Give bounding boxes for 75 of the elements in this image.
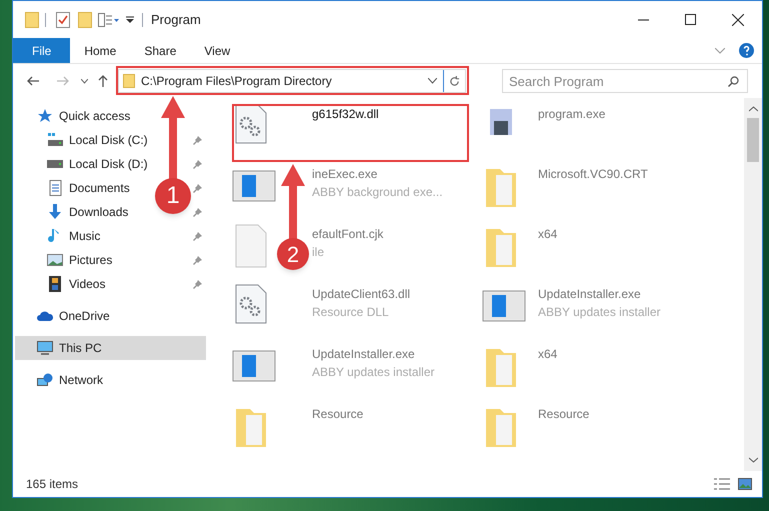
sidebar-item[interactable]: Local Disk (D:)	[69, 155, 148, 173]
sidebar-item[interactable]: Music	[69, 227, 100, 245]
chevron-icon[interactable]	[715, 48, 725, 54]
pin-icon[interactable]	[193, 208, 202, 216]
ribbon-tab[interactable]: File	[13, 38, 70, 63]
folder-icon	[123, 74, 135, 88]
file-name[interactable]: ineExec.exe	[312, 165, 443, 183]
file-description: ABBY updates installer	[538, 304, 661, 321]
ribbon-tab[interactable]: View	[190, 38, 244, 63]
document-icon	[47, 180, 63, 196]
scroll-up-icon[interactable]	[748, 106, 758, 112]
refresh-icon[interactable]	[449, 76, 460, 86]
dropdown-icon[interactable]	[126, 16, 134, 24]
sidebar-item[interactable]: Pictures	[69, 251, 112, 269]
dropdown-icon[interactable]	[81, 78, 88, 84]
sidebar-item[interactable]: This PC	[15, 336, 206, 360]
file-name[interactable]: x64	[538, 345, 558, 363]
sidebar-item[interactable]: Network	[15, 368, 206, 392]
pin-icon[interactable]	[193, 136, 202, 144]
search-box[interactable]: Search Program	[502, 69, 748, 93]
sidebar-item[interactable]: Downloads	[69, 203, 128, 221]
file-name[interactable]: Resource	[538, 405, 590, 423]
pin-icon[interactable]	[193, 256, 202, 264]
checkbox-icon[interactable]	[56, 12, 70, 28]
scroll-thumb[interactable]	[747, 118, 759, 162]
item-count: 165 items	[26, 476, 78, 493]
file-name[interactable]: UpdateInstaller.exe	[312, 345, 435, 363]
ribbon-tab[interactable]: Share	[130, 38, 190, 63]
sidebar-item[interactable]: Local Disk (C:)	[69, 131, 148, 149]
pin-icon[interactable]	[193, 280, 202, 288]
file-name[interactable]: efaultFont.cjk	[312, 225, 384, 243]
scrollbar[interactable]	[744, 98, 762, 471]
up-icon[interactable]	[98, 75, 108, 87]
thumbnail-view-icon[interactable]	[738, 478, 752, 490]
file-description: ABBY background exe...	[312, 184, 443, 201]
drive-icon	[47, 132, 63, 148]
pin-icon[interactable]	[193, 232, 202, 240]
pin-icon[interactable]	[193, 160, 202, 168]
close-icon[interactable]	[732, 14, 744, 26]
drive-icon	[47, 159, 63, 169]
details-view-icon[interactable]	[714, 478, 730, 490]
network-icon	[37, 372, 53, 388]
properties-icon[interactable]	[98, 12, 120, 26]
download-icon	[47, 204, 63, 220]
search-field[interactable]: Search Program	[503, 70, 728, 92]
sidebar-item[interactable]: OneDrive	[15, 304, 206, 328]
window-title: Program	[151, 10, 201, 29]
picture-icon	[47, 252, 63, 268]
file-name[interactable]: Resource	[312, 405, 364, 423]
file-name[interactable]: Microsoft.VC90.CRT	[538, 165, 648, 183]
address-path: C:\Program Files\Program Directory	[141, 73, 332, 90]
file-name[interactable]: g615f32w.dll	[312, 105, 379, 123]
maximize-icon[interactable]	[685, 14, 696, 25]
back-icon[interactable]	[27, 76, 39, 86]
star-icon	[37, 108, 53, 124]
sidebar-item[interactable]: Quick access	[15, 104, 206, 128]
minimize-icon[interactable]	[638, 18, 649, 20]
search-icon	[728, 76, 739, 86]
ribbon-tab[interactable]: Home	[70, 38, 130, 63]
file-description: ile	[312, 244, 326, 261]
file-description: ABBY updates installer	[312, 364, 435, 381]
file-name[interactable]: x64	[538, 225, 558, 243]
file-name[interactable]: UpdateInstaller.exe	[538, 285, 661, 303]
sidebar-item[interactable]: Documents	[69, 179, 130, 197]
file-name[interactable]: program.exe	[538, 105, 606, 123]
film-icon	[47, 276, 63, 292]
file-description: Resource DLL	[312, 304, 390, 321]
help-icon[interactable]	[739, 43, 754, 58]
address-bar[interactable]: C:\Program Files\Program Directory	[118, 69, 466, 93]
pin-icon[interactable]	[193, 184, 202, 192]
scroll-down-icon[interactable]	[748, 457, 758, 463]
dropdown-icon[interactable]	[428, 78, 437, 84]
sidebar-item[interactable]: Videos	[69, 275, 106, 293]
monitor-icon	[37, 340, 53, 356]
file-name[interactable]: UpdateClient63.dll	[312, 285, 410, 303]
